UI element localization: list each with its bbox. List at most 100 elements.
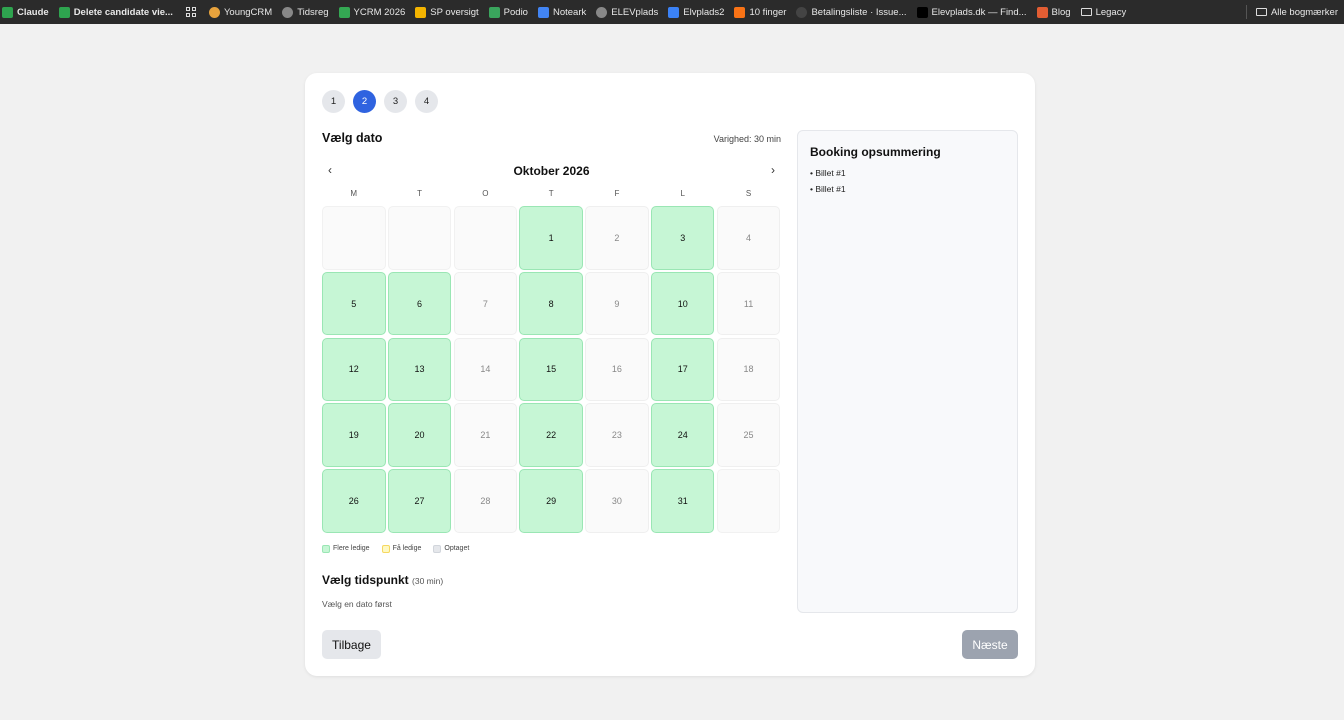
calendar-day-13[interactable]: 13 (387, 337, 452, 402)
calendar-day-11: 11 (716, 271, 781, 336)
calendar-empty-cell (716, 469, 781, 533)
calendar-day-14: 14 (453, 337, 518, 402)
calendar-day-24[interactable]: 24 (650, 403, 715, 467)
calendar-day-12[interactable]: 12 (322, 337, 386, 402)
calendar-day-6[interactable]: 6 (387, 271, 452, 336)
calendar-day-4: 4 (716, 206, 781, 270)
calendar-day-15[interactable]: 15 (519, 337, 583, 402)
calendar-day-9: 9 (585, 271, 649, 336)
bookmark-chart[interactable]: SP oversigt (410, 3, 483, 21)
bookmark-drive[interactable]: YCRM 2026 (334, 3, 411, 21)
calendar-day-19[interactable]: 19 (322, 403, 386, 467)
next-month-button[interactable]: › (765, 163, 781, 177)
claude-icon (2, 6, 13, 18)
bookmark-label: Elvplads2 (683, 6, 725, 18)
weekday-label: F (614, 189, 620, 198)
bookmark-label: ELEVplads (611, 6, 659, 18)
doc-icon (537, 6, 549, 18)
calendar-day-1[interactable]: 1 (519, 206, 583, 270)
legend-swatch-gray (433, 544, 442, 553)
summary-item: • Billet #1 (810, 184, 846, 194)
step-2[interactable]: 2 (353, 90, 376, 113)
back-button[interactable]: Tilbage (322, 630, 381, 659)
calendar-day-20[interactable]: 20 (387, 403, 452, 467)
weekday-label: S (745, 189, 752, 198)
bookmark-label: Blog (1051, 6, 1071, 18)
calendar-day-18: 18 (716, 337, 781, 402)
calendar-day-28: 28 (453, 469, 518, 533)
bookmark-globe[interactable]: Tidsreg (277, 3, 333, 21)
calendar-day-29[interactable]: 29 (519, 469, 583, 533)
apps-grid-icon[interactable] (185, 7, 196, 17)
bookmark-folder[interactable]: Legacy (1076, 3, 1132, 21)
date-picker-section: Vælg dato Varighed: 30 min ‹ Oktober 202… (322, 131, 781, 609)
e-icon (668, 6, 680, 18)
bookmark-checkbox[interactable]: Delete candidate vie... (54, 3, 178, 21)
bookmark-globe[interactable]: ELEVplads (591, 3, 663, 21)
bookmark-triangle[interactable]: Elevplads.dk — Find... (912, 3, 1032, 21)
month-title: Oktober 2026 (513, 164, 590, 178)
sun-icon (1036, 6, 1048, 18)
calendar-day-17[interactable]: 17 (650, 337, 715, 402)
bookmark-sun[interactable]: Blog (1032, 3, 1076, 21)
time-title-text: Vælg tidspunkt (322, 572, 409, 587)
legend-booked-label: Optaget (444, 545, 470, 553)
time-hint: Vælg en dato først (322, 598, 392, 609)
calendar-day-25: 25 (716, 403, 781, 467)
weekday-label: T (548, 189, 554, 198)
calendar-day-2: 2 (585, 206, 649, 270)
checkbox-icon (58, 6, 70, 18)
step-1[interactable]: 1 (322, 90, 345, 113)
bookmark-podio[interactable]: Podio (484, 3, 533, 21)
bookmark-label: Claude (17, 6, 49, 18)
booking-summary-panel: Booking opsummering • Billet #1 • Billet … (797, 130, 1018, 613)
legend-few-label: Få ledige (392, 545, 422, 553)
bookmark-label: Noteark (552, 6, 587, 18)
bookmark-github[interactable]: Betalingsliste · Issue... (791, 3, 911, 21)
globe-icon (596, 6, 608, 18)
weekday-header: MTOTFLS (322, 189, 781, 203)
calendar-day-23: 23 (585, 403, 649, 467)
bookmark-label: SP oversigt (430, 6, 479, 18)
bookmark-label: 10 finger (749, 6, 787, 18)
calendar-empty-cell (453, 206, 518, 270)
bookmark-fire[interactable]: 10 finger (729, 3, 791, 21)
bookmark-e[interactable]: Elvplads2 (663, 3, 729, 21)
bookmark-doc[interactable]: Noteark (533, 3, 591, 21)
calendar-empty-cell (322, 206, 386, 270)
bookmark-label: Tidsreg (297, 6, 329, 18)
bookmark-claude[interactable]: Claude (0, 3, 54, 21)
fire-icon (734, 6, 746, 18)
step-4[interactable]: 4 (415, 90, 438, 113)
all-bookmarks-button[interactable]: Alle bogmærker (1251, 3, 1344, 21)
step-indicator: 1234 (322, 90, 438, 113)
podio-icon (488, 6, 500, 18)
next-button[interactable]: Næste (962, 630, 1018, 659)
step-3[interactable]: 3 (384, 90, 407, 113)
summary-title: Booking opsummering (810, 145, 941, 159)
bookmark-label: YCRM 2026 (353, 6, 406, 18)
calendar-day-8[interactable]: 8 (519, 271, 583, 336)
calendar-day-5[interactable]: 5 (322, 271, 386, 336)
bookmark-youngcrm[interactable]: YoungCRM (204, 3, 277, 21)
all-bookmarks-label: Alle bogmærker (1270, 6, 1338, 18)
legend-booked: Optaget (433, 544, 470, 553)
date-section-title: Vælg dato (322, 131, 383, 145)
time-section-title: Vælg tidspunkt (30 min) (322, 573, 781, 587)
calendar-day-21: 21 (453, 403, 518, 467)
calendar-day-26[interactable]: 26 (322, 469, 386, 533)
bookmark-label: Delete candidate vie... (73, 6, 173, 18)
bookmark-label: Betalingsliste · Issue... (811, 6, 907, 18)
legend-swatch-green (322, 544, 330, 553)
booking-card: 1234 Vælg dato Varighed: 30 min ‹ Oktobe… (305, 73, 1035, 676)
drive-icon (338, 6, 350, 18)
calendar-day-22[interactable]: 22 (519, 403, 583, 467)
calendar-day-31[interactable]: 31 (650, 469, 715, 533)
legend-many: Flere ledige (322, 544, 370, 553)
calendar-day-3[interactable]: 3 (650, 206, 715, 270)
prev-month-button[interactable]: ‹ (322, 163, 338, 177)
calendar-grid: 1 2 3 4 5 6 7 8 9 10 11 12 13 14 15 16 17 18 19 20 21 22 23 24 2… (322, 206, 781, 533)
legend-swatch-yellow (381, 544, 390, 553)
calendar-day-10[interactable]: 10 (650, 271, 715, 336)
calendar-day-27[interactable]: 27 (387, 469, 452, 533)
